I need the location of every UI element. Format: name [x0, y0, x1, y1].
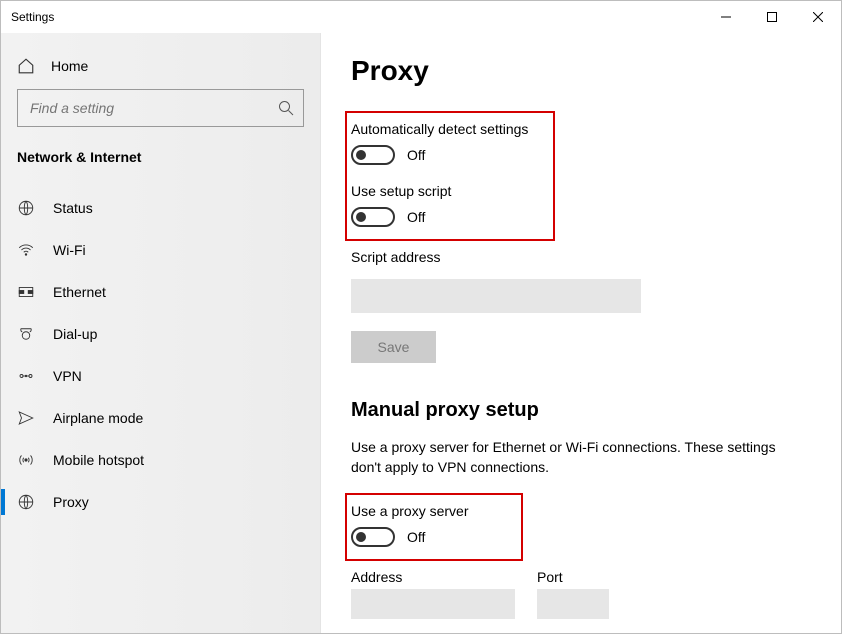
manual-heading: Manual proxy setup: [351, 399, 811, 422]
auto-detect-state: Off: [407, 147, 425, 163]
sidebar-item-ethernet[interactable]: Ethernet: [1, 271, 320, 313]
address-port-row: Address Port: [351, 569, 811, 619]
window-title: Settings: [11, 10, 54, 24]
window-controls: [703, 1, 841, 33]
sidebar-item-label: Ethernet: [53, 284, 106, 300]
search-input[interactable]: [17, 89, 304, 127]
maximize-button[interactable]: [749, 1, 795, 33]
use-proxy-state: Off: [407, 529, 425, 545]
auto-detect-label: Automatically detect settings: [351, 121, 537, 137]
titlebar: Settings: [1, 1, 841, 33]
port-input[interactable]: [537, 589, 609, 619]
home-icon: [17, 57, 35, 75]
setup-script-toggle[interactable]: [351, 207, 395, 227]
setting-use-proxy: Use a proxy server Off: [351, 503, 505, 547]
dialup-icon: [17, 325, 35, 343]
sidebar-item-airplane[interactable]: Airplane mode: [1, 397, 320, 439]
sidebar-item-dialup[interactable]: Dial-up: [1, 313, 320, 355]
home-label: Home: [51, 58, 88, 74]
sidebar-item-label: Status: [53, 200, 93, 216]
port-label: Port: [537, 569, 609, 585]
highlight-auto-settings: Automatically detect settings Off Use se…: [345, 111, 555, 241]
address-column: Address: [351, 569, 515, 619]
proxy-icon: [17, 493, 35, 511]
use-proxy-toggle[interactable]: [351, 527, 395, 547]
section-header: Network & Internet: [17, 149, 304, 165]
page-title: Proxy: [351, 55, 811, 87]
save-button[interactable]: Save: [351, 331, 436, 363]
sidebar: Home Network & Internet Status Wi-Fi Eth…: [1, 33, 321, 633]
airplane-icon: [17, 409, 35, 427]
minimize-button[interactable]: [703, 1, 749, 33]
manual-description: Use a proxy server for Ethernet or Wi-Fi…: [351, 438, 791, 477]
ethernet-icon: [17, 283, 35, 301]
script-address-label: Script address: [351, 249, 811, 265]
search-box: [17, 89, 304, 127]
wifi-icon: [17, 241, 35, 259]
auto-detect-toggle[interactable]: [351, 145, 395, 165]
sidebar-item-label: VPN: [53, 368, 82, 384]
close-button[interactable]: [795, 1, 841, 33]
address-input[interactable]: [351, 589, 515, 619]
sidebar-item-proxy[interactable]: Proxy: [1, 481, 320, 523]
sidebar-item-label: Wi-Fi: [53, 242, 86, 258]
setup-script-state: Off: [407, 209, 425, 225]
address-label: Address: [351, 569, 515, 585]
sidebar-item-vpn[interactable]: VPN: [1, 355, 320, 397]
sidebar-item-status[interactable]: Status: [1, 187, 320, 229]
sidebar-item-label: Mobile hotspot: [53, 452, 144, 468]
sidebar-item-wifi[interactable]: Wi-Fi: [1, 229, 320, 271]
script-address-input[interactable]: [351, 279, 641, 313]
sidebar-item-label: Proxy: [53, 494, 89, 510]
use-proxy-label: Use a proxy server: [351, 503, 505, 519]
sidebar-item-hotspot[interactable]: Mobile hotspot: [1, 439, 320, 481]
main-panel: Proxy Automatically detect settings Off …: [321, 33, 841, 633]
port-column: Port: [537, 569, 609, 619]
highlight-use-proxy: Use a proxy server Off: [345, 493, 523, 561]
home-nav[interactable]: Home: [17, 49, 304, 89]
sidebar-nav: Status Wi-Fi Ethernet Dial-up VPN Airpla…: [1, 187, 320, 523]
hotspot-icon: [17, 451, 35, 469]
sidebar-item-label: Airplane mode: [53, 410, 143, 426]
setting-setup-script: Use setup script Off: [351, 183, 537, 227]
status-icon: [17, 199, 35, 217]
sidebar-item-label: Dial-up: [53, 326, 97, 342]
vpn-icon: [17, 367, 35, 385]
script-address-group: Script address Save: [351, 249, 811, 363]
setup-script-label: Use setup script: [351, 183, 537, 199]
search-icon: [278, 100, 294, 116]
setting-auto-detect: Automatically detect settings Off: [351, 121, 537, 165]
